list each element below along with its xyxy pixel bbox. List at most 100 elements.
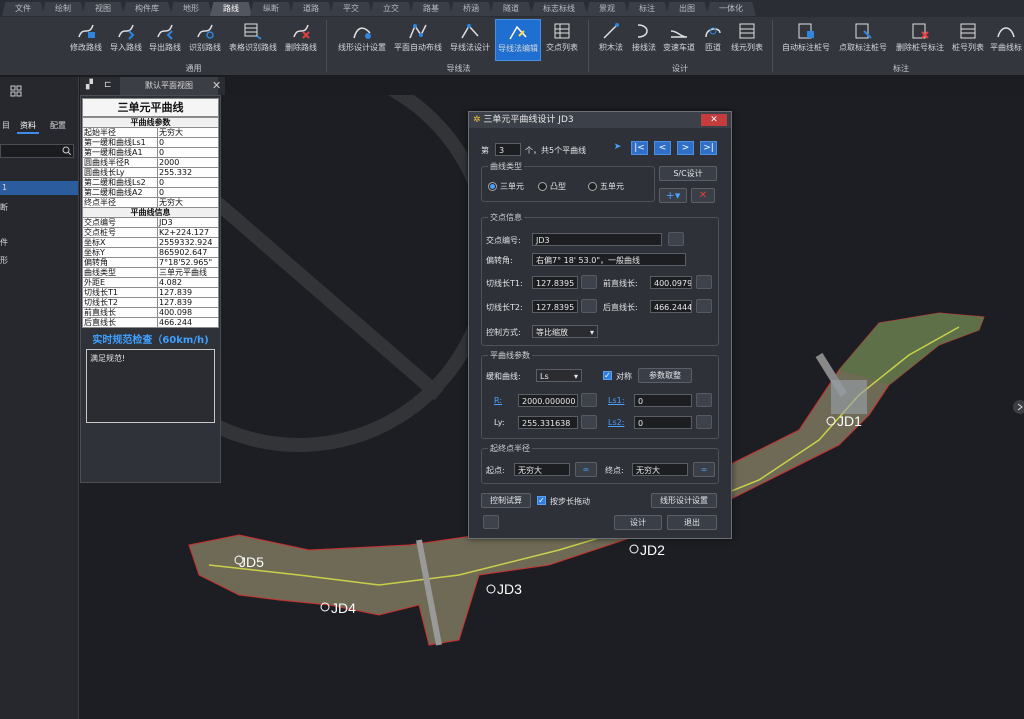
trial-button[interactable]: 控制试算 — [481, 493, 531, 508]
ls2-input[interactable]: 0 — [634, 416, 692, 429]
menu-tab[interactable]: 出图 — [666, 2, 708, 16]
menu-tab[interactable]: 立交 — [370, 2, 412, 16]
t2-input[interactable]: 127.8395 — [532, 300, 578, 313]
angle-input[interactable]: 右偏7° 18' 53.0"，一般曲线 — [532, 253, 686, 266]
menu-tab[interactable]: 构件库 — [122, 2, 172, 16]
menu-tab[interactable]: 视图 — [82, 2, 124, 16]
menu-tab[interactable]: 标志标线 — [530, 2, 588, 16]
block-method-button[interactable]: 积木法 — [594, 19, 628, 59]
t1-input[interactable]: 127.8395 — [532, 276, 578, 289]
round-params-button[interactable]: 参数取整 — [638, 368, 692, 383]
alignment-settings-button[interactable]: 线形设计设置 — [651, 493, 717, 508]
station-list-button[interactable]: 桩号列表 — [950, 19, 986, 59]
next-button[interactable]: > — [677, 141, 694, 155]
first-button[interactable]: |< — [631, 141, 648, 155]
menu-tab[interactable]: 隧道 — [490, 2, 532, 16]
back-input[interactable]: 466.2444 — [650, 300, 692, 313]
left-item-selected[interactable]: 1 — [0, 181, 78, 195]
save-icon-button[interactable] — [483, 515, 499, 529]
speed-lane-button[interactable]: 变速车道 — [660, 19, 698, 59]
curve-label-button[interactable]: 平曲线标 — [988, 19, 1024, 59]
end-infinity-button[interactable]: ∞ — [693, 462, 715, 477]
pick-jd-button[interactable] — [668, 232, 684, 246]
left-tab-materials[interactable]: 资料 — [20, 120, 36, 131]
menu-tab[interactable]: 桥涵 — [450, 2, 492, 16]
connect-method-button[interactable]: 接线法 — [629, 19, 659, 59]
ls1-label[interactable]: Ls1: — [608, 396, 624, 405]
jd-input[interactable]: JD3 — [532, 233, 662, 246]
menu-tab[interactable]: 地形 — [170, 2, 212, 16]
search-icon[interactable] — [62, 146, 71, 155]
delete-station-label-button[interactable]: 删除桩号标注 — [892, 19, 948, 59]
start-radius-input[interactable]: 无穷大 — [514, 463, 570, 476]
dialog-title-bar[interactable]: ✲ 三单元平曲线设计 JD3 ✕ — [469, 112, 731, 128]
radio-five-unit[interactable] — [588, 182, 597, 191]
last-button[interactable]: >| — [700, 141, 717, 155]
r-input[interactable]: 2000.000000 — [518, 394, 578, 407]
left-item-label[interactable]: 件 — [0, 237, 8, 248]
menu-tab[interactable]: 绘制 — [42, 2, 84, 16]
menu-tab[interactable]: 文件 — [2, 2, 44, 16]
tab-default-plan-view[interactable]: 默认平面视图 — [120, 77, 218, 95]
left-tab-0[interactable]: 目 — [2, 120, 10, 131]
ls2-label[interactable]: Ls2: — [608, 418, 624, 427]
easing-select[interactable]: Ls ▾ — [536, 369, 582, 382]
back-pick-button[interactable] — [696, 299, 712, 313]
auto-layout-button[interactable]: 平面自动布线 — [391, 19, 445, 59]
exit-button[interactable]: 退出 — [667, 515, 717, 530]
menu-tab[interactable]: 纵断 — [250, 2, 292, 16]
menu-tab[interactable]: 路线 — [210, 2, 252, 16]
ls1-input[interactable]: 0 — [634, 394, 692, 407]
delete-route-button[interactable]: 删除路线 — [281, 19, 321, 59]
menu-tab[interactable]: 标注 — [626, 2, 668, 16]
left-item-label[interactable]: 断 — [0, 202, 8, 213]
front-input[interactable]: 400.0979 — [650, 276, 692, 289]
close-icon[interactable]: ✕ — [212, 79, 221, 92]
menu-tab[interactable]: 平交 — [330, 2, 372, 16]
radio-three-unit[interactable] — [488, 182, 497, 191]
alignment-settings-button[interactable]: 线形设计设置 — [335, 19, 389, 59]
ls2-pick-button[interactable] — [696, 415, 712, 429]
design-button[interactable]: 设计 — [614, 515, 662, 530]
control-select[interactable]: 等比缩放 ▾ — [532, 325, 598, 338]
import-route-button[interactable]: 导入路线 — [107, 19, 145, 59]
front-pick-button[interactable] — [696, 275, 712, 289]
radio-convex[interactable] — [538, 182, 547, 191]
traverse-design-button[interactable]: 导线法设计 — [447, 19, 493, 59]
window-icon[interactable]: ⊏ — [104, 80, 112, 90]
auto-station-label-button[interactable]: 自动标注桩号 — [778, 19, 834, 59]
left-item-label[interactable]: 形 — [0, 255, 8, 266]
alignment-settings-label[interactable]: 线形设计设置 — [338, 43, 386, 52]
start-infinity-button[interactable]: ∞ — [575, 462, 597, 477]
close-button[interactable]: ✕ — [701, 114, 727, 126]
layout-icon[interactable]: ▞ — [86, 80, 93, 90]
end-radius-input[interactable]: 无穷大 — [632, 463, 688, 476]
pointer-icon[interactable]: ➤ — [609, 141, 626, 155]
t1-pick-button[interactable] — [581, 275, 597, 289]
identify-route-button[interactable]: 识别路线 — [186, 19, 224, 59]
prev-button[interactable]: < — [654, 141, 671, 155]
sc-design-button[interactable]: S/C设计 — [659, 166, 717, 181]
modify-route-button[interactable]: 修改路线 — [66, 19, 106, 59]
grid-icon[interactable] — [10, 85, 22, 97]
export-route-button[interactable]: 导出路线 — [146, 19, 184, 59]
left-tab-config[interactable]: 配置 — [50, 120, 66, 131]
menu-tab[interactable]: 路基 — [410, 2, 452, 16]
ramp-button[interactable]: 匝道 — [700, 19, 726, 59]
left-search-input[interactable] — [0, 144, 74, 158]
symmetric-checkbox[interactable]: ✓ — [603, 371, 612, 380]
menu-tab[interactable]: 道路 — [290, 2, 332, 16]
r-pick-button[interactable] — [581, 393, 597, 407]
delete-button[interactable]: ✕ — [691, 188, 715, 203]
pick-station-label-button[interactable]: 点取标注桩号 — [836, 19, 890, 59]
drag-checkbox[interactable]: ✓ — [537, 496, 546, 505]
add-button[interactable]: +▾ — [659, 188, 687, 203]
table-identify-route-button[interactable]: 表格识别路线 — [227, 19, 279, 59]
ls1-pick-button[interactable] — [696, 393, 712, 407]
ly-input[interactable]: 255.331638 — [518, 416, 578, 429]
menu-tab[interactable]: 景观 — [586, 2, 628, 16]
menu-tab[interactable]: 一体化 — [706, 2, 756, 16]
r-label[interactable]: R: — [494, 396, 502, 405]
ly-pick-button[interactable] — [581, 415, 597, 429]
traverse-edit-button[interactable]: 导线法编辑 — [495, 19, 541, 61]
